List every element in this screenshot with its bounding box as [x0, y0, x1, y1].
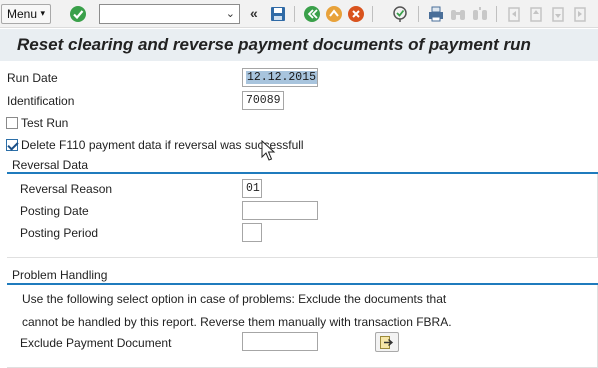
toolbar-separator [294, 6, 295, 22]
multiple-selection-button[interactable] [375, 332, 399, 352]
chevron-down-icon[interactable]: ⌄ [226, 7, 235, 20]
reversal-data-title: Reversal Data [12, 158, 89, 172]
page-title: Reset clearing and reverse payment docum… [17, 35, 531, 54]
run-date-value: 12.12.2015 [246, 71, 317, 84]
test-run-checkbox[interactable] [6, 117, 18, 129]
previous-page-icon [530, 7, 542, 22]
test-run-label: Test Run [21, 116, 69, 130]
cancel-icon[interactable] [346, 4, 366, 24]
first-page-icon [508, 7, 520, 22]
print-icon[interactable] [426, 4, 446, 24]
identification-label: Identification [7, 94, 75, 108]
toolbar-separator [418, 6, 419, 22]
last-page-icon [574, 7, 586, 22]
reversal-reason-label: Reversal Reason [20, 182, 113, 196]
posting-period-field[interactable] [242, 223, 262, 242]
exclude-payment-document-label: Exclude Payment Document [20, 336, 172, 350]
next-page-icon [552, 7, 564, 22]
chevron-down-icon: ▾ [40, 8, 45, 18]
toolbar-separator [496, 6, 497, 22]
run-date-field[interactable]: 12.12.2015 [242, 68, 318, 87]
command-field[interactable]: ⌄ [99, 4, 240, 24]
posting-period-label: Posting Period [20, 226, 99, 240]
double-chevron-icon[interactable]: « [250, 5, 258, 21]
problem-handling-title: Problem Handling [12, 268, 108, 282]
back-icon[interactable] [302, 4, 322, 24]
save-icon[interactable] [268, 4, 288, 24]
problem-hint-line-1: Use the following select option in case … [22, 292, 447, 306]
mouse-cursor-icon [261, 140, 276, 161]
binoculars-icon [451, 10, 465, 20]
menu-button[interactable]: Menu ▾ [1, 4, 51, 24]
delete-payment-data-checkbox[interactable] [6, 139, 18, 151]
posting-date-label: Posting Date [20, 204, 89, 218]
run-date-label: Run Date [7, 71, 58, 85]
posting-date-field[interactable] [242, 201, 318, 220]
check-icon[interactable] [68, 4, 88, 24]
application-toolbar: Menu ▾ ⌄ « [0, 0, 598, 28]
arrow-right-icon [380, 336, 394, 349]
reversal-reason-field[interactable]: 01 [242, 179, 262, 198]
toolbar-separator [372, 6, 373, 22]
find-next-icon [473, 7, 487, 20]
exclude-payment-document-field[interactable] [242, 332, 318, 351]
identification-field[interactable]: 70089 [242, 91, 284, 110]
problem-hint-line-2: cannot be handled by this report. Revers… [22, 315, 452, 329]
menu-label: Menu [7, 7, 38, 21]
find-icon[interactable] [390, 4, 410, 24]
exit-icon[interactable] [324, 4, 344, 24]
